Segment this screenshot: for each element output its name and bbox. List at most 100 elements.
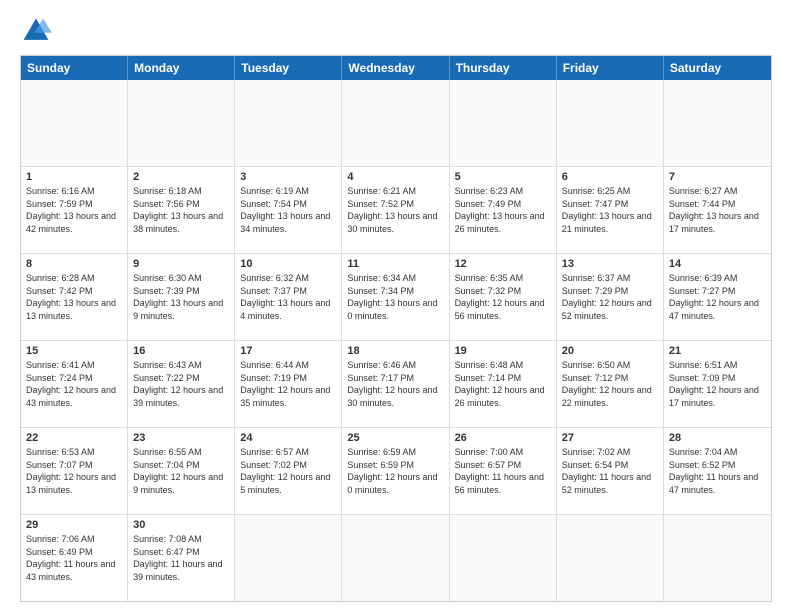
calendar-cell: 12 Sunrise: 6:35 AMSunset: 7:32 PMDayligh… [450,254,557,340]
day-number: 2 [133,171,229,183]
day-info: Sunrise: 7:02 AMSunset: 6:54 PMDaylight:… [562,446,658,496]
day-info: Sunrise: 6:28 AMSunset: 7:42 PMDaylight:… [26,272,122,322]
calendar-cell [235,515,342,601]
calendar-cell: 11 Sunrise: 6:34 AMSunset: 7:34 PMDayligh… [342,254,449,340]
day-number: 20 [562,345,658,357]
day-info: Sunrise: 7:00 AMSunset: 6:57 PMDaylight:… [455,446,551,496]
day-info: Sunrise: 6:41 AMSunset: 7:24 PMDaylight:… [26,359,122,409]
day-info: Sunrise: 6:16 AMSunset: 7:59 PMDaylight:… [26,185,122,235]
calendar-cell: 14Sunrise: 6:39 AMSunset: 7:27 PMDayligh… [664,254,771,340]
day-info: Sunrise: 6:18 AMSunset: 7:56 PMDaylight:… [133,185,229,235]
calendar-header-cell: Wednesday [342,56,449,80]
calendar-cell [21,80,128,166]
day-info: Sunrise: 7:06 AMSunset: 6:49 PMDaylight:… [26,533,122,583]
day-number: 5 [455,171,551,183]
day-number: 24 [240,432,336,444]
calendar-cell: 17 Sunrise: 6:44 AMSunset: 7:19 PMDayligh… [235,341,342,427]
day-info: Sunrise: 7:08 AMSunset: 6:47 PMDaylight:… [133,533,229,583]
calendar-cell: 2 Sunrise: 6:18 AMSunset: 7:56 PMDaylight… [128,167,235,253]
calendar-cell: 4 Sunrise: 6:21 AMSunset: 7:52 PMDaylight… [342,167,449,253]
calendar-cell: 23 Sunrise: 6:55 AMSunset: 7:04 PMDayligh… [128,428,235,514]
calendar-cell: 5Sunrise: 6:23 AMSunset: 7:49 PMDaylight… [450,167,557,253]
day-number: 8 [26,258,122,270]
calendar-cell [235,80,342,166]
logo [20,15,56,47]
day-number: 23 [133,432,229,444]
calendar-cell: 30 Sunrise: 7:08 AMSunset: 6:47 PMDayligh… [128,515,235,601]
calendar-cell [664,515,771,601]
day-info: Sunrise: 6:46 AMSunset: 7:17 PMDaylight:… [347,359,443,409]
calendar-cell: 18 Sunrise: 6:46 AMSunset: 7:17 PMDayligh… [342,341,449,427]
calendar-cell: 1 Sunrise: 6:16 AMSunset: 7:59 PMDaylight… [21,167,128,253]
day-info: Sunrise: 7:04 AMSunset: 6:52 PMDaylight:… [669,446,766,496]
day-info: Sunrise: 6:53 AMSunset: 7:07 PMDaylight:… [26,446,122,496]
day-info: Sunrise: 6:32 AMSunset: 7:37 PMDaylight:… [240,272,336,322]
calendar-cell: 27 Sunrise: 7:02 AMSunset: 6:54 PMDayligh… [557,428,664,514]
calendar: SundayMondayTuesdayWednesdayThursdayFrid… [20,55,772,602]
day-number: 14 [669,258,766,270]
calendar-header-row: SundayMondayTuesdayWednesdayThursdayFrid… [21,56,771,80]
calendar-row: 22 Sunrise: 6:53 AMSunset: 7:07 PMDayligh… [21,428,771,515]
day-number: 30 [133,519,229,531]
calendar-header-cell: Monday [128,56,235,80]
calendar-cell: 13 Sunrise: 6:37 AMSunset: 7:29 PMDayligh… [557,254,664,340]
day-number: 18 [347,345,443,357]
day-number: 25 [347,432,443,444]
day-number: 11 [347,258,443,270]
day-number: 17 [240,345,336,357]
calendar-cell: 26Sunrise: 7:00 AMSunset: 6:57 PMDayligh… [450,428,557,514]
day-number: 7 [669,171,766,183]
calendar-cell: 21Sunrise: 6:51 AMSunset: 7:09 PMDayligh… [664,341,771,427]
calendar-cell: 29 Sunrise: 7:06 AMSunset: 6:49 PMDayligh… [21,515,128,601]
day-info: Sunrise: 6:34 AMSunset: 7:34 PMDaylight:… [347,272,443,322]
day-info: Sunrise: 6:25 AMSunset: 7:47 PMDaylight:… [562,185,658,235]
day-number: 12 [455,258,551,270]
calendar-cell: 25Sunrise: 6:59 AMSunset: 6:59 PMDayligh… [342,428,449,514]
day-number: 6 [562,171,658,183]
calendar-header-cell: Sunday [21,56,128,80]
day-info: Sunrise: 6:55 AMSunset: 7:04 PMDaylight:… [133,446,229,496]
calendar-cell [557,80,664,166]
calendar-row: 15 Sunrise: 6:41 AMSunset: 7:24 PMDayligh… [21,341,771,428]
calendar-cell: 16 Sunrise: 6:43 AMSunset: 7:22 PMDayligh… [128,341,235,427]
day-info: Sunrise: 6:43 AMSunset: 7:22 PMDaylight:… [133,359,229,409]
day-info: Sunrise: 6:30 AMSunset: 7:39 PMDaylight:… [133,272,229,322]
calendar-row: 1 Sunrise: 6:16 AMSunset: 7:59 PMDaylight… [21,167,771,254]
calendar-header-cell: Thursday [450,56,557,80]
day-info: Sunrise: 6:37 AMSunset: 7:29 PMDaylight:… [562,272,658,322]
calendar-cell [342,80,449,166]
header [20,15,772,47]
day-info: Sunrise: 6:44 AMSunset: 7:19 PMDaylight:… [240,359,336,409]
calendar-cell: 9 Sunrise: 6:30 AMSunset: 7:39 PMDaylight… [128,254,235,340]
calendar-body: 1 Sunrise: 6:16 AMSunset: 7:59 PMDaylight… [21,80,771,601]
day-info: Sunrise: 6:19 AMSunset: 7:54 PMDaylight:… [240,185,336,235]
calendar-cell: 10Sunrise: 6:32 AMSunset: 7:37 PMDayligh… [235,254,342,340]
day-number: 29 [26,519,122,531]
day-info: Sunrise: 6:50 AMSunset: 7:12 PMDaylight:… [562,359,658,409]
day-number: 1 [26,171,122,183]
calendar-cell [664,80,771,166]
day-number: 4 [347,171,443,183]
day-number: 13 [562,258,658,270]
day-info: Sunrise: 6:21 AMSunset: 7:52 PMDaylight:… [347,185,443,235]
calendar-cell [128,80,235,166]
day-info: Sunrise: 6:35 AMSunset: 7:32 PMDaylight:… [455,272,551,322]
calendar-cell: 3Sunrise: 6:19 AMSunset: 7:54 PMDaylight… [235,167,342,253]
calendar-page: SundayMondayTuesdayWednesdayThursdayFrid… [0,0,792,612]
day-number: 16 [133,345,229,357]
calendar-header-cell: Saturday [664,56,771,80]
day-info: Sunrise: 6:48 AMSunset: 7:14 PMDaylight:… [455,359,551,409]
day-number: 15 [26,345,122,357]
calendar-cell: 22 Sunrise: 6:53 AMSunset: 7:07 PMDayligh… [21,428,128,514]
calendar-cell: 24 Sunrise: 6:57 AMSunset: 7:02 PMDayligh… [235,428,342,514]
calendar-cell: 20 Sunrise: 6:50 AMSunset: 7:12 PMDayligh… [557,341,664,427]
day-number: 28 [669,432,766,444]
calendar-cell [342,515,449,601]
calendar-cell: 28 Sunrise: 7:04 AMSunset: 6:52 PMDayligh… [664,428,771,514]
day-number: 9 [133,258,229,270]
calendar-cell: 19Sunrise: 6:48 AMSunset: 7:14 PMDayligh… [450,341,557,427]
day-number: 22 [26,432,122,444]
day-info: Sunrise: 6:57 AMSunset: 7:02 PMDaylight:… [240,446,336,496]
calendar-row: 29 Sunrise: 7:06 AMSunset: 6:49 PMDayligh… [21,515,771,601]
day-number: 27 [562,432,658,444]
